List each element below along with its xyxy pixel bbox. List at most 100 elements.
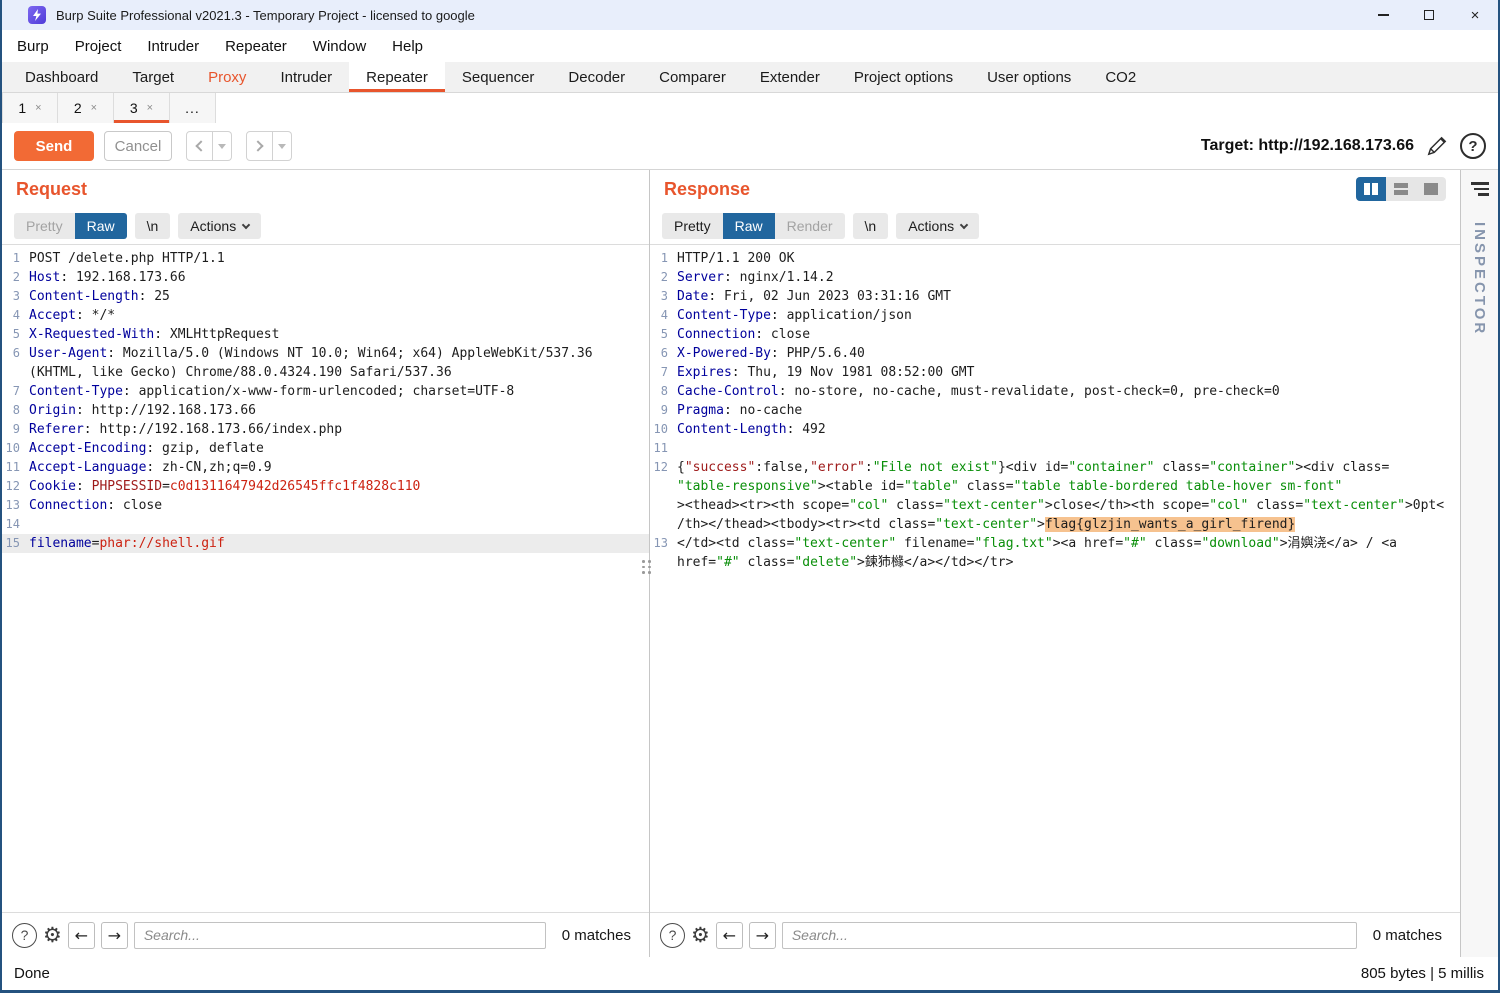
line-content: HTTP/1.1 200 OK <box>677 249 1460 268</box>
repeater-tab-3[interactable]: 3× <box>114 93 170 123</box>
code-line: 9Referer: http://192.168.173.66/index.ph… <box>2 420 649 439</box>
layout-columns-button[interactable] <box>1356 177 1386 201</box>
response-editor[interactable]: 1HTTP/1.1 200 OK2Server: nginx/1.14.23Da… <box>650 244 1460 913</box>
search-next-button[interactable]: → <box>101 922 128 949</box>
request-raw-tab[interactable]: Raw <box>75 213 127 239</box>
prev-request-dropdown[interactable] <box>213 131 232 161</box>
tab-extender[interactable]: Extender <box>743 62 837 92</box>
layout-single-button[interactable] <box>1416 177 1446 201</box>
response-actions-label: Actions <box>908 218 954 234</box>
response-search-input[interactable] <box>782 922 1357 949</box>
menu-window[interactable]: Window <box>300 38 379 55</box>
request-editor[interactable]: 1POST /delete.php HTTP/1.12Host: 192.168… <box>2 244 649 913</box>
inspector-sidebar[interactable]: INSPECTOR <box>1461 170 1498 957</box>
response-actions-button[interactable]: Actions <box>896 213 979 239</box>
close-tab-icon[interactable]: × <box>91 102 97 114</box>
tab-dashboard[interactable]: Dashboard <box>8 62 115 92</box>
close-tab-icon[interactable]: × <box>35 102 41 114</box>
request-newline-toggle[interactable]: \n <box>135 213 171 239</box>
menu-repeater[interactable]: Repeater <box>212 38 300 55</box>
search-prev-button[interactable]: ← <box>68 922 95 949</box>
response-title: Response <box>664 179 750 200</box>
request-actions-button[interactable]: Actions <box>178 213 261 239</box>
next-request-dropdown[interactable] <box>273 131 292 161</box>
layout-toggle-group <box>1356 177 1446 201</box>
send-button[interactable]: Send <box>14 131 94 161</box>
menu-burp[interactable]: Burp <box>4 38 62 55</box>
repeater-tab-label: 3 <box>130 100 138 116</box>
code-line: 9Pragma: no-cache <box>650 401 1460 420</box>
code-line: 10Accept-Encoding: gzip, deflate <box>2 439 649 458</box>
layout-rows-button[interactable] <box>1386 177 1416 201</box>
code-line: 4Content-Type: application/json <box>650 306 1460 325</box>
repeater-content: Request Pretty Raw \n Actions 1POST /del… <box>2 169 1498 957</box>
repeater-tab-2[interactable]: 2× <box>58 93 114 123</box>
chevron-right-icon <box>252 140 263 151</box>
repeater-tab-1[interactable]: 1× <box>2 93 58 123</box>
code-line: /th></thead><tbody><tr><td class="text-c… <box>650 515 1460 534</box>
line-number <box>650 496 677 515</box>
line-content: "table-responsive"><table id="table" cla… <box>677 477 1460 496</box>
action-toolbar: Send Cancel Target: http://192.168.173.6… <box>2 123 1498 169</box>
help-icon[interactable]: ? <box>1460 133 1486 159</box>
search-help-icon[interactable]: ? <box>12 923 37 948</box>
response-header: Response <box>650 170 1460 208</box>
search-settings-icon[interactable]: ⚙ <box>691 925 710 946</box>
code-line: 11Accept-Language: zh-CN,zh;q=0.9 <box>2 458 649 477</box>
tab-co2[interactable]: CO2 <box>1088 62 1153 92</box>
line-number <box>650 515 677 534</box>
response-newline-toggle[interactable]: \n <box>853 213 889 239</box>
search-next-button[interactable]: → <box>749 922 776 949</box>
line-content <box>677 439 1460 458</box>
code-line: "table-responsive"><table id="table" cla… <box>650 477 1460 496</box>
code-line: 3Date: Fri, 02 Jun 2023 03:31:16 GMT <box>650 287 1460 306</box>
inspector-label: INSPECTOR <box>1471 222 1488 336</box>
minimize-button[interactable] <box>1360 0 1406 30</box>
menu-project[interactable]: Project <box>62 38 135 55</box>
maximize-button[interactable] <box>1406 0 1452 30</box>
code-line: 1HTTP/1.1 200 OK <box>650 249 1460 268</box>
repeater-tab-label: 1 <box>18 100 26 116</box>
cancel-button[interactable]: Cancel <box>104 131 172 161</box>
search-prev-button[interactable]: ← <box>716 922 743 949</box>
window-controls: × <box>1360 0 1498 30</box>
response-pretty-tab[interactable]: Pretty <box>662 213 723 239</box>
tab-decoder[interactable]: Decoder <box>551 62 642 92</box>
tab-repeater[interactable]: Repeater <box>349 62 445 92</box>
response-render-tab[interactable]: Render <box>775 213 845 239</box>
tab-intruder[interactable]: Intruder <box>263 62 349 92</box>
burp-logo-icon <box>28 6 46 24</box>
panel-splitter-handle[interactable] <box>642 560 651 574</box>
tab-target[interactable]: Target <box>115 62 191 92</box>
code-line: href="#" class="delete">鍊犻櫞</a></td></tr… <box>650 553 1460 572</box>
search-settings-icon[interactable]: ⚙ <box>43 925 62 946</box>
tab-sequencer[interactable]: Sequencer <box>445 62 552 92</box>
response-match-count: 0 matches <box>1373 927 1442 944</box>
tab-comparer[interactable]: Comparer <box>642 62 743 92</box>
tab-proxy[interactable]: Proxy <box>191 62 263 92</box>
next-request-button[interactable] <box>246 131 292 161</box>
menu-help[interactable]: Help <box>379 38 436 55</box>
search-help-icon[interactable]: ? <box>660 923 685 948</box>
line-number: 5 <box>2 325 29 344</box>
close-button[interactable]: × <box>1452 0 1498 30</box>
response-raw-tab[interactable]: Raw <box>723 213 775 239</box>
close-tab-icon[interactable]: × <box>147 102 153 114</box>
tab-project-options[interactable]: Project options <box>837 62 970 92</box>
edit-pencil-icon[interactable] <box>1426 135 1448 157</box>
code-line: 5Connection: close <box>650 325 1460 344</box>
chevron-down-icon <box>960 220 968 228</box>
line-content: /th></thead><tbody><tr><td class="text-c… <box>677 515 1460 534</box>
line-number: 7 <box>2 382 29 401</box>
line-content: Accept: */* <box>29 306 649 325</box>
request-search-input[interactable] <box>134 922 546 949</box>
request-pretty-tab[interactable]: Pretty <box>14 213 75 239</box>
dropdown-arrow-icon <box>218 144 226 149</box>
menu-intruder[interactable]: Intruder <box>134 38 212 55</box>
code-line: 8Origin: http://192.168.173.66 <box>2 401 649 420</box>
tab-user-options[interactable]: User options <box>970 62 1088 92</box>
prev-request-button[interactable] <box>186 131 232 161</box>
repeater-tab-more[interactable]: ... <box>170 93 216 123</box>
line-number: 9 <box>2 420 29 439</box>
line-content: X-Powered-By: PHP/5.6.40 <box>677 344 1460 363</box>
